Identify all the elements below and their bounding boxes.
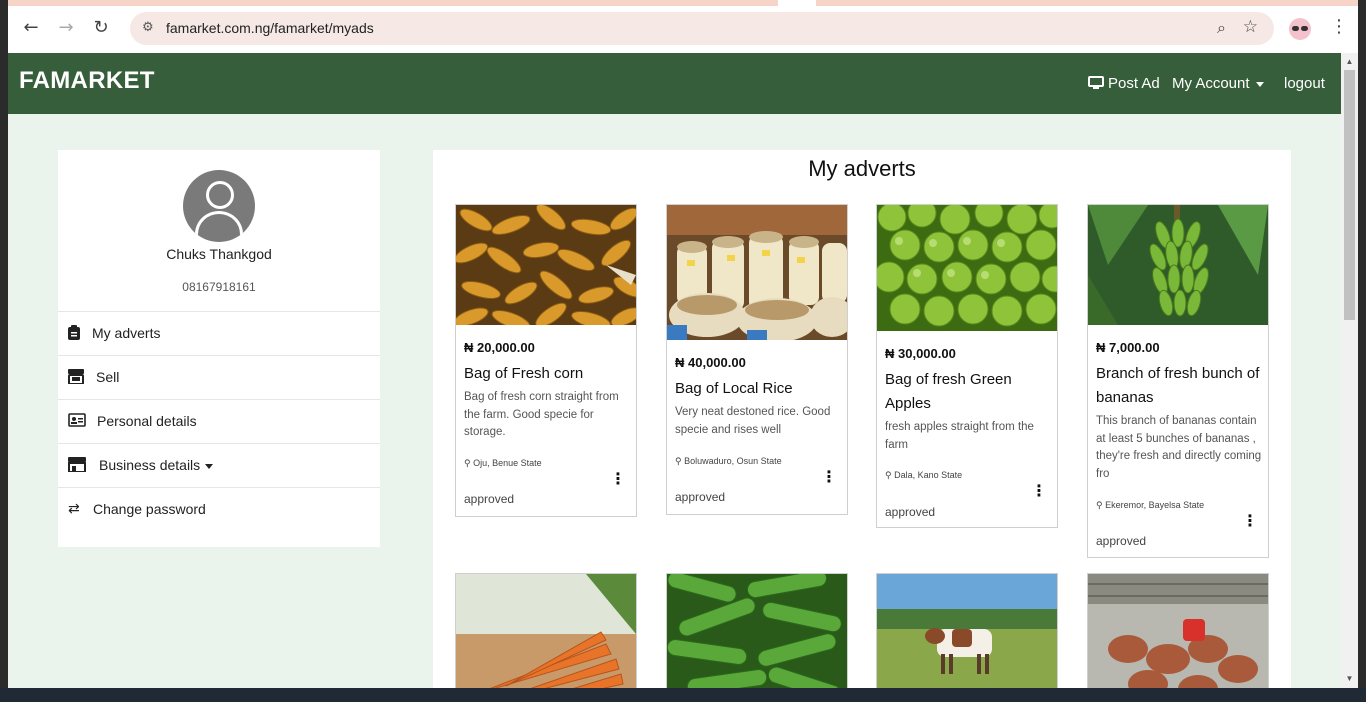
advert-description: Bag of fresh corn straight from the farm… (464, 391, 619, 438)
location-text: Dala, Kano State (894, 470, 963, 480)
post-ad-label: Post Ad (1108, 75, 1160, 92)
scroll-up-icon[interactable]: ▲ (1341, 55, 1358, 69)
cucumbers-image[interactable] (667, 574, 847, 688)
brand-logo[interactable]: FAMARKET (19, 67, 155, 95)
map-marker-icon: ⚲ (675, 456, 682, 466)
page-title: My adverts (808, 156, 916, 181)
url-text[interactable]: famarket.com.ng/famarket/myads (166, 20, 374, 36)
advert-options-icon[interactable]: ⋮ (1242, 511, 1258, 530)
advert-title[interactable]: Bag of fresh Green Apples (885, 368, 1053, 416)
account-sidebar: Chuks Thankgod 08167918161 My adverts Se… (58, 150, 380, 547)
os-taskbar (0, 688, 1366, 702)
sidebar-item-business-details[interactable]: Business details (58, 443, 380, 488)
page-content: FAMARKET Post Ad My Account logout Chuks… (8, 53, 1341, 688)
user-phone: 08167918161 (182, 280, 256, 294)
browser-menu-icon[interactable]: ⋮ (1330, 16, 1348, 37)
my-account-label: My Account (1172, 75, 1250, 92)
page-scrollbar[interactable]: ▲ ▼ (1341, 53, 1358, 688)
advert-title[interactable]: Bag of Fresh corn (464, 362, 632, 386)
advert-card[interactable] (666, 573, 848, 688)
sidebar-item-sell[interactable]: Sell (58, 355, 380, 400)
reload-icon[interactable]: ↻ (90, 17, 112, 39)
advert-card[interactable]: ₦ 20,000.00 Bag of Fresh corn Bag of fre… (455, 204, 637, 517)
sidebar-item-personal-details[interactable]: Personal details (58, 399, 380, 444)
advert-card[interactable]: ₦ 7,000.00 Branch of fresh bunch of bana… (1087, 204, 1269, 558)
map-marker-icon: ⚲ (885, 470, 892, 480)
carrots-image[interactable] (456, 574, 636, 688)
advert-card[interactable] (455, 573, 637, 688)
logout-link[interactable]: logout (1284, 75, 1325, 92)
scrollbar-thumb[interactable] (1344, 70, 1355, 320)
tab-strip (8, 0, 1358, 6)
advert-options-icon[interactable]: ⋮ (610, 469, 626, 488)
sidebar-item-label: My adverts (92, 325, 161, 341)
sidebar-item-my-adverts[interactable]: My adverts (58, 311, 380, 356)
cow-image[interactable] (877, 574, 1057, 688)
apples-image[interactable] (877, 205, 1057, 331)
forward-icon[interactable]: → (55, 17, 77, 39)
advert-location: ⚲ Boluwaduro, Osun State (675, 456, 782, 467)
map-marker-icon: ⚲ (1096, 500, 1103, 510)
advert-location: ⚲ Oju, Benue State (464, 458, 542, 469)
zoom-icon[interactable]: ⌕ (1217, 18, 1226, 38)
id-card-icon (68, 413, 86, 429)
browser-toolbar: ← → ↻ ⚙ famarket.com.ng/famarket/myads ⌕… (8, 0, 1358, 53)
bananas-image[interactable] (1088, 205, 1268, 325)
advert-location: ⚲ Dala, Kano State (885, 470, 962, 481)
advert-status: approved (1096, 534, 1147, 548)
chickens-image[interactable] (1088, 574, 1268, 688)
sidebar-item-label: Personal details (97, 413, 197, 429)
advert-card[interactable]: ₦ 40,000.00 Bag of Local Rice Very neat … (666, 204, 848, 515)
advert-options-icon[interactable]: ⋮ (1031, 481, 1047, 500)
advert-options-icon[interactable]: ⋮ (821, 467, 837, 486)
advert-card[interactable] (876, 573, 1058, 688)
advert-description: Very neat destoned rice. Good specie and… (675, 406, 831, 436)
advert-status: approved (675, 490, 726, 504)
sidebar-item-label: Change password (93, 501, 206, 517)
rice-image[interactable] (667, 205, 847, 340)
clipboard-icon (68, 325, 84, 341)
sidebar-item-label: Sell (96, 369, 120, 385)
location-text: Oju, Benue State (473, 458, 542, 468)
location-text: Boluwaduro, Osun State (684, 456, 782, 466)
user-name: Chuks Thankgod (166, 246, 272, 262)
monitor-icon (1088, 76, 1104, 89)
adverts-panel: My adverts ₦ 20,000.00 Bag of Fresh corn… (433, 150, 1291, 688)
advert-title[interactable]: Branch of fresh bunch of bananas (1096, 362, 1264, 410)
post-ad-link[interactable]: Post Ad (1088, 75, 1160, 92)
chevron-down-icon (1255, 81, 1264, 87)
advert-card[interactable]: ₦ 30,000.00 Bag of fresh Green Apples fr… (876, 204, 1058, 528)
chevron-down-icon (205, 463, 214, 469)
sidebar-item-change-password[interactable]: ⇄ Change password (58, 487, 380, 532)
bookmark-star-icon[interactable]: ☆ (1243, 17, 1258, 37)
business-details-dropdown: Business details (99, 457, 214, 473)
browser-window: ← → ↻ ⚙ famarket.com.ng/famarket/myads ⌕… (8, 0, 1358, 688)
user-avatar-icon (183, 170, 255, 242)
advert-price: ₦ 7,000.00 (1096, 340, 1160, 355)
advert-description: This branch of bananas contain at least … (1096, 415, 1262, 480)
advert-status: approved (464, 492, 515, 506)
advert-price: ₦ 40,000.00 (675, 355, 746, 370)
swap-arrows-icon: ⇄ (68, 501, 80, 517)
store-icon (68, 457, 86, 473)
location-text: Ekeremor, Bayelsa State (1105, 500, 1205, 510)
sidebar-item-label: Business details (99, 457, 201, 473)
address-bar[interactable]: ⚙ famarket.com.ng/famarket/myads ⌕ ☆ (130, 12, 1274, 45)
advert-status: approved (885, 505, 936, 519)
profile-avatar-icon[interactable] (1289, 18, 1311, 40)
site-settings-icon[interactable]: ⚙ (142, 20, 154, 35)
advert-price: ₦ 30,000.00 (885, 346, 956, 361)
my-account-dropdown[interactable]: My Account (1172, 75, 1264, 92)
advert-title[interactable]: Bag of Local Rice (675, 377, 843, 401)
advert-price: ₦ 20,000.00 (464, 340, 535, 355)
scroll-down-icon[interactable]: ▼ (1341, 672, 1358, 686)
top-navbar: FAMARKET Post Ad My Account logout (8, 53, 1341, 114)
advert-description: fresh apples straight from the farm (885, 421, 1034, 451)
back-icon[interactable]: ← (20, 17, 42, 39)
corn-image[interactable] (456, 205, 636, 325)
advert-location: ⚲ Ekeremor, Bayelsa State (1096, 500, 1204, 511)
advert-card[interactable] (1087, 573, 1269, 688)
shop-icon (68, 369, 84, 385)
map-marker-icon: ⚲ (464, 458, 471, 468)
